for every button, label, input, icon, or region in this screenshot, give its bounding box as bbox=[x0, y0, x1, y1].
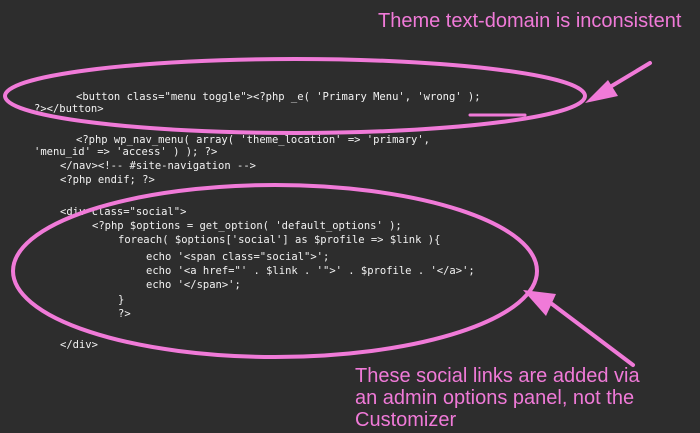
annotation-top-text: Theme text-domain is inconsistent bbox=[378, 10, 682, 32]
annotation-bottom-line-1: These social links are added via bbox=[355, 365, 640, 387]
code-line-13: } bbox=[118, 294, 125, 306]
code-line-2: ?></button> bbox=[34, 103, 104, 115]
code-line-6: <?php endif; ?> bbox=[60, 174, 155, 186]
code-line-5: </nav><!-- #site-navigation --> bbox=[60, 160, 256, 172]
code-line-11: echo '<a href="' . $link . '">' . $profi… bbox=[146, 265, 475, 277]
code-line-9: foreach( $options['social'] as $profile … bbox=[118, 234, 441, 246]
code-line-12: echo '</span>'; bbox=[146, 279, 241, 291]
code-line-7: <div class="social"> bbox=[60, 206, 187, 218]
code-line-4: 'menu_id' => 'access' ) ); ?> bbox=[34, 146, 218, 158]
annotation-bottom-text: These social links are added via an admi… bbox=[355, 365, 700, 431]
code-line-10: echo '<span class="social">'; bbox=[146, 251, 330, 263]
annotation-bottom-line-3: Customizer bbox=[355, 409, 457, 431]
code-line-8: <?php $options = get_option( 'default_op… bbox=[92, 220, 402, 232]
code-line-3: <?php wp_nav_menu( array( 'theme_locatio… bbox=[76, 134, 431, 146]
code-line-14: ?> bbox=[118, 308, 131, 320]
code-line-15: </div> bbox=[60, 339, 98, 351]
code-line-1: <button class="menu toggle"><?php _e( 'P… bbox=[76, 91, 481, 103]
annotation-bottom-line-2: an admin options panel, not the bbox=[355, 387, 635, 409]
